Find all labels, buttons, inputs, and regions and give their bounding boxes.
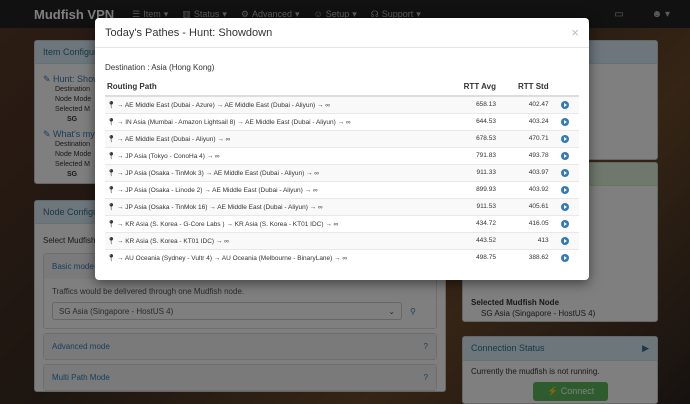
map-pin-icon: 📍︎ [107, 101, 116, 109]
rtt-std-cell: 416.05 [497, 214, 551, 232]
map-pin-icon: 📍︎ [107, 237, 116, 245]
link-chain-icon: ∞ [215, 152, 220, 160]
play-circle-icon [560, 151, 569, 160]
modal-title: Today's Pathes - Hunt: Showdown [105, 26, 273, 39]
table-row: 📍︎→ JP Asia (Osaka - TinMok 3) → AE Midd… [105, 163, 579, 181]
link-chain-icon: ∞ [318, 203, 323, 211]
play-button[interactable] [550, 180, 579, 198]
rtt-avg-cell: 498.75 [449, 248, 498, 266]
destination-label: Destination : Asia (Hong Kong) [105, 63, 215, 72]
play-circle-icon [560, 219, 569, 228]
rtt-avg-cell: 911.53 [449, 197, 498, 215]
table-row: 📍︎→ JP Asia (Tokyo - ConoHa 4) → ∞ 791.83… [105, 146, 579, 164]
route-cell: 📍︎→ AE Middle East (Dubai - Azure) → AE … [105, 95, 450, 113]
play-button[interactable] [550, 248, 579, 266]
map-pin-icon: 📍︎ [107, 203, 116, 211]
rtt-std-cell: 493.78 [497, 146, 551, 164]
play-circle-icon [560, 236, 569, 245]
map-pin-icon: 📍︎ [107, 118, 116, 126]
table-row: 📍︎→ AE Middle East (Dubai - Azure) → AE … [105, 95, 579, 113]
play-button[interactable] [550, 112, 579, 130]
map-pin-icon: 📍︎ [107, 152, 116, 160]
play-circle-icon [560, 185, 569, 194]
table-row: 📍︎→ AE Middle East (Dubai - Aliyun) → ∞ 6… [105, 129, 579, 147]
column-header-rtt-std: RTT Std [497, 78, 551, 97]
map-pin-icon: 📍︎ [107, 220, 116, 228]
rtt-avg-cell: 644.53 [449, 112, 498, 130]
link-chain-icon: ∞ [314, 169, 320, 177]
route-cell: 📍︎→ JP Asia (Osaka - TinMok 16) → AE Mid… [105, 197, 450, 215]
route-cell: 📍︎→ JP Asia (Tokyo - ConoHa 4) → ∞ [105, 146, 450, 164]
play-button[interactable] [550, 129, 579, 147]
link-chain-icon: ∞ [333, 220, 339, 228]
rtt-std-cell: 403.24 [497, 112, 551, 130]
column-header-action [550, 78, 579, 97]
play-circle-icon [560, 168, 569, 177]
route-cell: 📍︎→ AE Middle East (Dubai - Aliyun) → ∞ [105, 129, 450, 147]
route-cell: 📍︎→ JP Asia (Osaka - TinMok 3) → AE Midd… [105, 163, 450, 181]
rtt-avg-cell: 899.93 [449, 180, 498, 198]
link-chain-icon: ∞ [225, 135, 231, 143]
play-button[interactable] [550, 231, 579, 249]
map-pin-icon: 📍︎ [107, 186, 116, 194]
play-button[interactable] [550, 214, 579, 232]
close-icon[interactable]: × [571, 25, 579, 40]
play-circle-icon [560, 117, 569, 126]
map-pin-icon: 📍︎ [107, 169, 116, 177]
link-chain-icon: ∞ [345, 118, 351, 126]
column-header-rtt-avg: RTT Avg [449, 78, 498, 97]
route-cell: 📍︎→ IN Asia (Mumbai - Amazon Lightsail 8… [105, 112, 450, 130]
play-circle-icon [560, 253, 569, 262]
table-row: 📍︎→ JP Asia (Osaka - TinMok 16) → AE Mid… [105, 197, 579, 215]
map-pin-icon: 📍︎ [107, 135, 116, 143]
rtt-std-cell: 403.92 [497, 180, 551, 198]
play-button[interactable] [550, 197, 579, 215]
rtt-std-cell: 470.71 [497, 129, 551, 147]
link-chain-icon: ∞ [325, 101, 330, 109]
table-row: 📍︎→ AU Oceania (Sydney - Vultr 4) → AU O… [105, 248, 579, 266]
rtt-avg-cell: 911.33 [449, 163, 498, 181]
rtt-std-cell: 413 [497, 231, 551, 249]
rtt-std-cell: 405.61 [497, 197, 551, 215]
table-row: 📍︎→ IN Asia (Mumbai - Amazon Lightsail 8… [105, 112, 579, 130]
rtt-avg-cell: 658.13 [449, 95, 498, 113]
table-row: 📍︎→ KR Asia (S. Korea - G-Core Labs ) → … [105, 214, 579, 232]
rtt-avg-cell: 443.52 [449, 231, 498, 249]
link-chain-icon: ∞ [312, 186, 318, 194]
rtt-std-cell: 403.97 [497, 163, 551, 181]
play-button[interactable] [550, 146, 579, 164]
rtt-avg-cell: 791.83 [449, 146, 498, 164]
play-button[interactable] [550, 163, 579, 181]
rtt-avg-cell: 678.53 [449, 129, 498, 147]
play-button[interactable] [550, 95, 579, 113]
play-circle-icon [560, 202, 569, 211]
route-cell: 📍︎→ JP Asia (Osaka - Linode 2) → AE Midd… [105, 180, 450, 198]
route-cell: 📍︎→ KR Asia (S. Korea - G-Core Labs ) → … [105, 214, 450, 232]
column-header-route: Routing Path [105, 78, 450, 97]
modal-header: Today's Pathes - Hunt: Showdown × [95, 18, 589, 48]
rtt-std-cell: 388.62 [497, 248, 551, 266]
table-row: 📍︎→ JP Asia (Osaka - Linode 2) → AE Midd… [105, 180, 579, 198]
table-row: 📍︎→ KR Asia (S. Korea - KT01 IDC) → ∞ 443… [105, 231, 579, 249]
rtt-avg-cell: 434.72 [449, 214, 498, 232]
map-pin-icon: 📍︎ [107, 254, 116, 262]
link-chain-icon: ∞ [342, 254, 348, 262]
play-circle-icon [560, 134, 569, 143]
link-chain-icon: ∞ [224, 237, 229, 245]
play-circle-icon [560, 100, 569, 109]
route-cell: 📍︎→ KR Asia (S. Korea - KT01 IDC) → ∞ [105, 231, 450, 249]
rtt-std-cell: 402.47 [497, 95, 551, 113]
todays-pathes-modal: Today's Pathes - Hunt: Showdown × Destin… [95, 18, 589, 280]
routing-table: Routing Path RTT Avg RTT Std 📍︎→ AE Midd… [105, 78, 579, 266]
route-cell: 📍︎→ AU Oceania (Sydney - Vultr 4) → AU O… [105, 248, 450, 266]
